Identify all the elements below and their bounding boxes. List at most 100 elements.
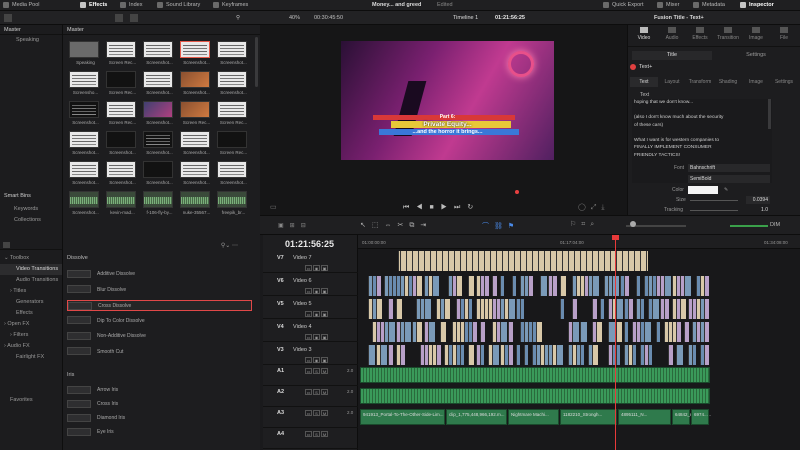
- timeline-video-clip[interactable]: [400, 345, 405, 365]
- generators-item[interactable]: Generators: [0, 297, 62, 308]
- timeline-video-clip[interactable]: [480, 345, 484, 365]
- size-value[interactable]: 0.0394: [746, 196, 770, 204]
- color-swatch[interactable]: [688, 186, 718, 194]
- timeline-video-clip[interactable]: [480, 322, 485, 342]
- timeline-video-clip[interactable]: [616, 345, 620, 365]
- marker-tools[interactable]: ⚐⌗⌕: [570, 220, 599, 229]
- track-controls[interactable]: ▭ S M: [305, 431, 329, 437]
- timeline-video-clip[interactable]: [460, 345, 464, 365]
- timeline-video-clip[interactable]: [492, 276, 497, 296]
- video-track-header[interactable]: V4 Video 4 ▭ ◉ ▣: [263, 320, 358, 342]
- audio-track-header[interactable]: A4 ▭ S M: [263, 428, 358, 449]
- timeline-audio-clip[interactable]: [360, 388, 710, 404]
- track-controls[interactable]: ▭ ◉ ▣: [305, 265, 329, 271]
- font-select[interactable]: Bahnschrift: [688, 164, 770, 172]
- timeline-audio-clip[interactable]: 6974...: [691, 409, 709, 425]
- track-controls[interactable]: ▭ S M: [305, 368, 329, 374]
- media-clip[interactable]: Screenshot...: [143, 41, 174, 71]
- timeline-video-clip[interactable]: [544, 251, 545, 271]
- timeline-video-clip[interactable]: [652, 299, 659, 319]
- timeline-video-clip[interactable]: [580, 322, 587, 342]
- timeline-video-clip[interactable]: [572, 299, 577, 319]
- timeline-video-clip[interactable]: [520, 251, 521, 271]
- timeline-video-clip[interactable]: [416, 276, 422, 296]
- media-clip[interactable]: Screen Rec...: [217, 131, 248, 161]
- timeline-video-clip[interactable]: [502, 251, 503, 271]
- timeline-video-clip[interactable]: [676, 322, 681, 342]
- timeline-video-clip[interactable]: [684, 276, 691, 296]
- effects-item[interactable]: Effects: [0, 308, 62, 319]
- timeline-video-clip[interactable]: [632, 345, 636, 365]
- bin-speaking[interactable]: Speaking: [0, 35, 62, 45]
- filters-item[interactable]: › Filters: [0, 330, 62, 341]
- snap-link-tools[interactable]: ⌒⛓⚑: [482, 221, 519, 231]
- grid-view-icon[interactable]: [115, 14, 123, 22]
- timeline-video-clip[interactable]: [604, 251, 605, 271]
- timeline-video-clip[interactable]: [624, 276, 629, 296]
- timeline-video-clip[interactable]: [580, 251, 581, 271]
- timeline-video-clip[interactable]: [456, 276, 462, 296]
- timeline-video-clip[interactable]: [508, 251, 509, 271]
- timeline-video-clip[interactable]: [508, 322, 513, 342]
- dim-button[interactable]: DIM: [770, 222, 780, 228]
- layout-icons[interactable]: ▣⊞⊟: [278, 222, 312, 229]
- timeline-video-clip[interactable]: [648, 345, 652, 365]
- timeline-video-clip[interactable]: [556, 251, 557, 271]
- transition-cross-iris[interactable]: Cross Iris: [67, 399, 252, 410]
- timeline-video-clip[interactable]: [704, 322, 709, 342]
- timeline-video-clip[interactable]: [526, 251, 527, 271]
- media-clip[interactable]: Screenshot...: [69, 161, 100, 191]
- timeline-video-clip[interactable]: [668, 345, 673, 365]
- audio-fx-item[interactable]: › Audio FX: [0, 341, 62, 352]
- inspector-tab-image[interactable]: Image: [742, 26, 770, 41]
- timeline-video-clip[interactable]: [512, 276, 516, 296]
- timeline-video-clip[interactable]: [484, 276, 489, 296]
- edit-tools[interactable]: ↖⬚⇔✂⧉⇥: [360, 221, 432, 230]
- audio-transitions-item[interactable]: Audio Transitions: [0, 275, 62, 286]
- media-clip[interactable]: Screenshot...: [180, 161, 211, 191]
- timeline-audio-clip[interactable]: 1182210_Strongh...: [560, 409, 617, 425]
- timeline-video-clip[interactable]: [468, 299, 472, 319]
- timeline-video-clip[interactable]: [596, 322, 602, 342]
- timeline-video-clip[interactable]: [704, 276, 709, 296]
- track-controls[interactable]: ▭ S M: [305, 410, 329, 416]
- timeline-video-clip[interactable]: [610, 251, 611, 271]
- timeline-video-clip[interactable]: [516, 345, 520, 365]
- timeline-video-clip[interactable]: [622, 251, 623, 271]
- media-clip[interactable]: Screen Rec...: [106, 101, 137, 131]
- media-clip[interactable]: Screenshot...: [106, 131, 137, 161]
- timeline-video-clip[interactable]: [664, 276, 671, 296]
- timeline-audio-clip[interactable]: Nightmare Machi...: [508, 409, 559, 425]
- sound-library-tab[interactable]: Sound Library: [157, 1, 200, 10]
- title-subtab[interactable]: Title: [632, 51, 712, 60]
- timeline-video-clip[interactable]: [580, 345, 584, 365]
- timeline-video-clip[interactable]: [472, 251, 473, 271]
- timeline-video-clip[interactable]: [568, 251, 569, 271]
- pool-scrollbar[interactable]: [255, 37, 258, 87]
- timeline-video-clip[interactable]: [400, 251, 401, 271]
- transport-buttons[interactable]: ⏮◀■▶⏭↻: [403, 203, 480, 212]
- timeline-video-clip[interactable]: [472, 322, 477, 342]
- timeline-video-clip[interactable]: [448, 251, 449, 271]
- timeline-video-clip[interactable]: [592, 299, 597, 319]
- timeline-video-clip[interactable]: [496, 251, 497, 271]
- timeline-video-clip[interactable]: [592, 345, 598, 365]
- timeline-audio-clip[interactable]: 4895111_N...: [618, 409, 671, 425]
- timeline-video-clip[interactable]: [368, 345, 375, 365]
- media-clip[interactable]: Screenshot...: [69, 191, 100, 221]
- transition-non-additive-dissolve[interactable]: Non-Additive Dissolve: [67, 331, 252, 342]
- timeline-video-clip[interactable]: [490, 251, 491, 271]
- timeline-video-clip[interactable]: [592, 276, 599, 296]
- media-clip[interactable]: Screenshot...: [106, 161, 137, 191]
- eyedropper-icon[interactable]: ✎: [724, 186, 728, 194]
- text-scrollbar[interactable]: [768, 99, 771, 129]
- video-transitions-item[interactable]: Video Transitions: [0, 264, 62, 275]
- media-clip[interactable]: nuke-35567...: [180, 191, 211, 221]
- media-clip[interactable]: Screenshot...: [217, 161, 248, 191]
- search-icon[interactable]: ⚲: [236, 13, 240, 23]
- tracking-slider[interactable]: [690, 210, 738, 211]
- media-clip[interactable]: Screenshot...: [180, 131, 211, 161]
- timeline-video-clip[interactable]: [616, 299, 623, 319]
- inspector-tab-file[interactable]: File: [770, 26, 798, 41]
- text-tab-image[interactable]: Image: [742, 77, 770, 87]
